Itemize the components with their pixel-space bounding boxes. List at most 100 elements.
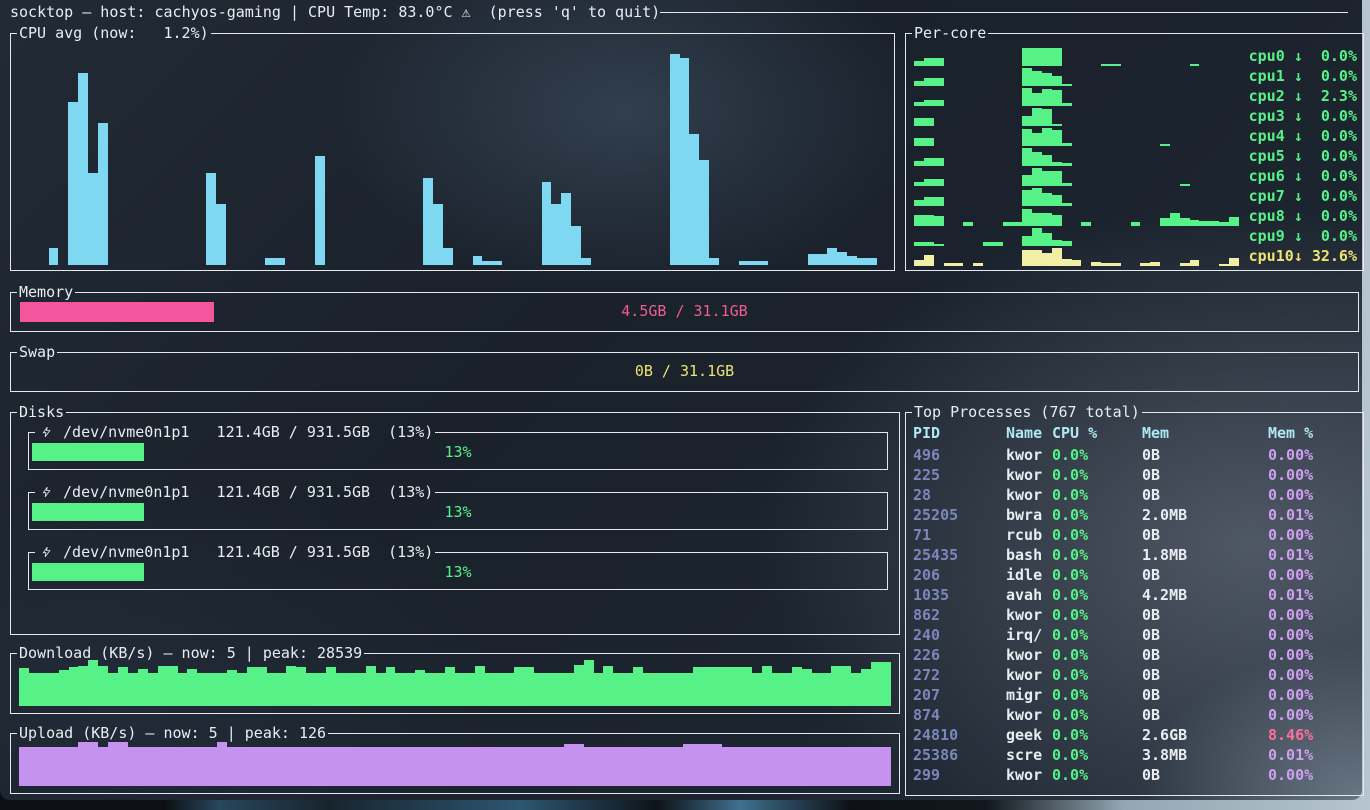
col-pid: PID <box>913 423 1006 443</box>
process-mempct: 0.00% <box>1268 685 1363 705</box>
process-mempct: 0.00% <box>1268 705 1363 725</box>
process-pid: 25205 <box>913 505 1006 525</box>
process-mempct: 0.00% <box>1268 525 1363 545</box>
cpu-avg-chart <box>19 47 886 265</box>
disk-item-label: /dev/nvme0n1p1 121.4GB / 931.5GB (13%) <box>54 483 433 501</box>
process-mem: 2.6GB <box>1142 725 1268 745</box>
process-row: 71rcub0.0%0B0.00% <box>906 525 1363 545</box>
process-mempct: 0.00% <box>1268 485 1363 505</box>
process-cpu: 0.0% <box>1052 465 1142 485</box>
core-label: cpu7 ↓ 0.0% <box>1247 186 1357 206</box>
process-name: idle <box>1006 565 1052 585</box>
process-mempct: 0.01% <box>1268 585 1363 605</box>
process-mempct: 0.01% <box>1268 545 1363 565</box>
process-name: migr <box>1006 685 1052 705</box>
process-pid: 24810 <box>913 725 1006 745</box>
top-processes-title: Top Processes (767 total) <box>912 402 1142 422</box>
core-usage-sparkline <box>914 248 1239 266</box>
process-mem: 1.8MB <box>1142 545 1268 565</box>
process-row: 1035avah0.0%4.2MB0.01% <box>906 585 1363 605</box>
core-row: cpu6 ↓ 0.0% <box>914 166 1357 186</box>
core-label: cpu1 ↓ 0.0% <box>1247 66 1357 86</box>
core-row: cpu7 ↓ 0.0% <box>914 186 1357 206</box>
core-label: cpu6 ↓ 0.0% <box>1247 166 1357 186</box>
memory-panel: Memory 4.5GB / 31.1GB <box>10 292 1359 332</box>
process-table-header: PID Name CPU % Mem Mem % <box>906 423 1363 443</box>
process-pid: 862 <box>913 605 1006 625</box>
disk-usage-percent: 13% <box>29 562 887 582</box>
process-cpu: 0.0% <box>1052 745 1142 765</box>
process-row: 25435bash0.0%1.8MB0.01% <box>906 545 1363 565</box>
col-name: Name <box>1006 423 1052 443</box>
process-name: kwor <box>1006 665 1052 685</box>
process-mem: 0B <box>1142 485 1268 505</box>
swap-usage-text: 0B / 31.1GB <box>11 361 1358 381</box>
core-usage-sparkline <box>914 48 1239 66</box>
process-row: 225kwor0.0%0B0.00% <box>906 465 1363 485</box>
app-title: socktop — host: cachyos-gaming | CPU Tem… <box>10 2 660 22</box>
app-titlebar: socktop — host: cachyos-gaming | CPU Tem… <box>10 2 1348 22</box>
process-mem: 0B <box>1142 665 1268 685</box>
process-mem: 0B <box>1142 765 1268 785</box>
core-row: cpu4 ↓ 0.0% <box>914 126 1357 146</box>
top-processes-panel: Top Processes (767 total) PID Name CPU %… <box>905 412 1364 796</box>
process-mempct: 0.01% <box>1268 505 1363 525</box>
process-row: 496kwor0.0%0B0.00% <box>906 445 1363 465</box>
process-cpu: 0.0% <box>1052 545 1142 565</box>
core-row: cpu1 ↓ 0.0% <box>914 66 1357 86</box>
core-usage-sparkline <box>914 188 1239 206</box>
process-row: 25205bwra0.0%2.0MB0.01% <box>906 505 1363 525</box>
process-cpu: 0.0% <box>1052 625 1142 645</box>
process-row: 25386scre0.0%3.8MB0.01% <box>906 745 1363 765</box>
core-label: cpu0 ↓ 0.0% <box>1247 46 1357 66</box>
memory-title: Memory <box>17 282 75 302</box>
process-mem: 0B <box>1142 645 1268 665</box>
process-cpu: 0.0% <box>1052 665 1142 685</box>
process-pid: 240 <box>913 625 1006 645</box>
process-cpu: 0.0% <box>1052 685 1142 705</box>
download-panel: Download (KB/s) — now: 5 | peak: 28539 <box>10 653 900 714</box>
process-mem: 0B <box>1142 445 1268 465</box>
core-row: cpu8 ↓ 0.0% <box>914 206 1357 226</box>
core-usage-sparkline <box>914 208 1239 226</box>
process-pid: 225 <box>913 465 1006 485</box>
process-pid: 874 <box>913 705 1006 725</box>
process-mempct: 0.00% <box>1268 765 1363 785</box>
process-name: kwor <box>1006 705 1052 725</box>
process-pid: 28 <box>913 485 1006 505</box>
process-name: kwor <box>1006 485 1052 505</box>
process-name: scre <box>1006 745 1052 765</box>
titlebar-rule <box>660 12 1348 13</box>
core-usage-sparkline <box>914 128 1239 146</box>
process-cpu: 0.0% <box>1052 525 1142 545</box>
disk-item-label: /dev/nvme0n1p1 121.4GB / 931.5GB (13%) <box>54 543 433 561</box>
process-mempct: 0.00% <box>1268 605 1363 625</box>
process-mempct: 0.01% <box>1268 745 1363 765</box>
process-mempct: 0.00% <box>1268 445 1363 465</box>
core-label: cpu3 ↓ 0.0% <box>1247 106 1357 126</box>
process-mem: 0B <box>1142 705 1268 725</box>
per-core-panel: Per-core cpu0 ↓ 0.0%cpu1 ↓ 0.0%cpu2 ↓ 2.… <box>905 33 1364 271</box>
process-row: 24810geek0.0%2.6GB8.46% <box>906 725 1363 745</box>
process-mem: 4.2MB <box>1142 585 1268 605</box>
process-mem: 0B <box>1142 685 1268 705</box>
process-row: 272kwor0.0%0B0.00% <box>906 665 1363 685</box>
disks-panel: Disks /dev/nvme0n1p1 121.4GB / 931.5GB (… <box>10 412 900 635</box>
core-usage-sparkline <box>914 228 1239 246</box>
core-label: cpu10↓ 32.6% <box>1247 246 1357 266</box>
process-cpu: 0.0% <box>1052 765 1142 785</box>
process-name: kwor <box>1006 445 1052 465</box>
process-mem: 0B <box>1142 525 1268 545</box>
process-name: rcub <box>1006 525 1052 545</box>
process-name: avah <box>1006 585 1052 605</box>
upload-chart <box>19 740 891 786</box>
core-row: cpu10↓ 32.6% <box>914 246 1357 266</box>
process-row: 28kwor0.0%0B0.00% <box>906 485 1363 505</box>
process-name: kwor <box>1006 645 1052 665</box>
process-mempct: 0.00% <box>1268 665 1363 685</box>
disk-item: /dev/nvme0n1p1 121.4GB / 931.5GB (13%) 1… <box>28 552 888 590</box>
process-mem: 0B <box>1142 465 1268 485</box>
process-row: 299kwor0.0%0B0.00% <box>906 765 1363 785</box>
per-core-rows: cpu0 ↓ 0.0%cpu1 ↓ 0.0%cpu2 ↓ 2.3%cpu3 ↓ … <box>914 46 1357 266</box>
core-row: cpu5 ↓ 0.0% <box>914 146 1357 166</box>
